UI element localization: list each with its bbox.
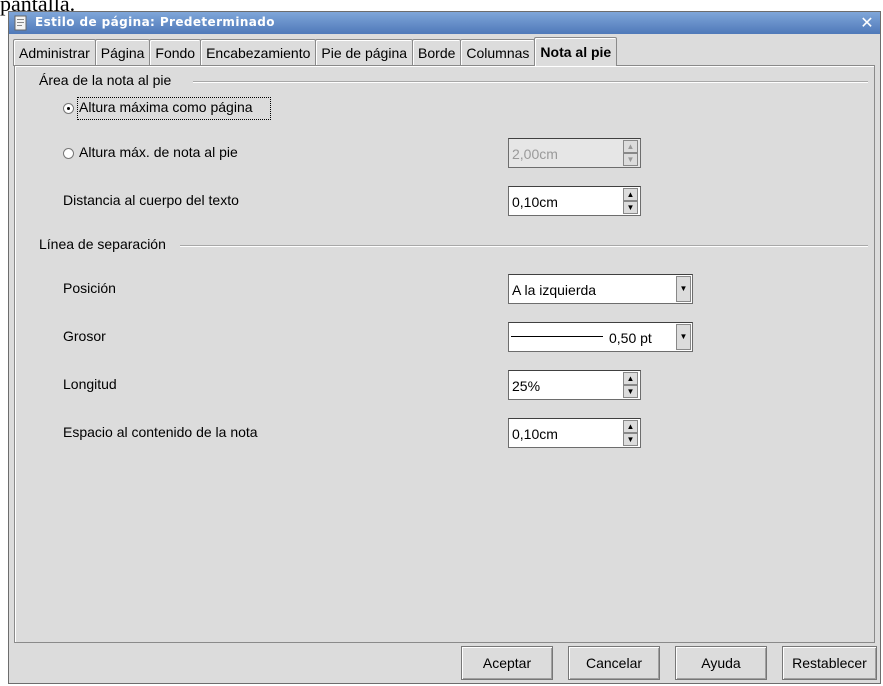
spin-up-icon[interactable]: ▲ bbox=[623, 140, 638, 153]
footnote-height-value: 2,00cm bbox=[512, 146, 558, 162]
line-weight-sample bbox=[511, 336, 603, 337]
distance-label: Distancia al cuerpo del texto bbox=[63, 192, 239, 208]
spin-up-icon[interactable]: ▲ bbox=[623, 420, 638, 433]
section-heading-area: Área de la nota al pie bbox=[39, 72, 172, 88]
window-title: Estilo de página: Predeterminado bbox=[35, 15, 275, 29]
spacing-label: Espacio al contenido de la nota bbox=[63, 424, 258, 440]
spin-up-icon[interactable]: ▲ bbox=[623, 188, 638, 201]
tab-pie-de-pagina[interactable]: Pie de página bbox=[315, 39, 414, 66]
length-value: 25% bbox=[512, 378, 541, 394]
tab-panel: Área de la nota al pie Altura máxima com… bbox=[14, 65, 875, 643]
section-heading-separator: Línea de separación bbox=[39, 236, 166, 252]
spin-down-icon[interactable]: ▼ bbox=[623, 201, 638, 214]
chevron-down-icon[interactable]: ▼ bbox=[676, 324, 691, 350]
tab-administrar[interactable]: Administrar bbox=[13, 39, 96, 66]
distance-value: 0,10cm bbox=[512, 194, 558, 210]
spin-down-icon[interactable]: ▼ bbox=[623, 385, 638, 398]
weight-select[interactable]: 0,50 pt ▼ bbox=[508, 322, 693, 352]
length-label: Longitud bbox=[63, 376, 117, 392]
cancel-button[interactable]: Cancelar bbox=[568, 646, 660, 680]
spin-up-icon[interactable]: ▲ bbox=[623, 372, 638, 385]
section-divider bbox=[193, 81, 868, 83]
spacing-spinbox[interactable]: 0,10cm ▲ ▼ bbox=[508, 418, 641, 448]
distance-spinbox[interactable]: 0,10cm ▲ ▼ bbox=[508, 186, 641, 216]
tab-fondo[interactable]: Fondo bbox=[149, 39, 202, 66]
footnote-height-spinbox[interactable]: 2,00cm ▲ ▼ bbox=[508, 138, 641, 168]
spin-down-icon[interactable]: ▼ bbox=[623, 433, 638, 446]
radio-max-footnote-height[interactable] bbox=[63, 148, 74, 159]
tab-bar: Administrar Página Fondo Encabezamiento … bbox=[13, 37, 618, 66]
reset-button[interactable]: Restablecer bbox=[782, 646, 877, 680]
position-select[interactable]: A la izquierda ▼ bbox=[508, 274, 693, 304]
weight-value: 0,50 pt bbox=[609, 330, 652, 346]
tab-borde[interactable]: Borde bbox=[412, 39, 462, 66]
tab-encabezamiento[interactable]: Encabezamiento bbox=[200, 39, 317, 66]
tab-pagina[interactable]: Página bbox=[94, 39, 151, 66]
radio-max-page-height[interactable] bbox=[63, 103, 74, 114]
spin-down-icon[interactable]: ▼ bbox=[623, 153, 638, 166]
radio-label-max-footnote-height[interactable]: Altura máx. de nota al pie bbox=[79, 144, 238, 160]
help-button[interactable]: Ayuda bbox=[675, 646, 767, 680]
position-value: A la izquierda bbox=[512, 282, 597, 298]
app-icon bbox=[14, 15, 27, 31]
weight-label: Grosor bbox=[63, 328, 106, 344]
section-divider bbox=[180, 245, 868, 247]
tab-nota-al-pie[interactable]: Nota al pie bbox=[534, 37, 618, 66]
chevron-down-icon[interactable]: ▼ bbox=[676, 276, 691, 302]
length-spinbox[interactable]: 25% ▲ ▼ bbox=[508, 370, 641, 400]
page-style-dialog: Estilo de página: Predeterminado ✕ Admin… bbox=[8, 11, 881, 684]
title-bar[interactable]: Estilo de página: Predeterminado ✕ bbox=[9, 12, 880, 34]
close-icon[interactable]: ✕ bbox=[858, 14, 876, 32]
ok-button[interactable]: Aceptar bbox=[461, 646, 553, 680]
spacing-value: 0,10cm bbox=[512, 426, 558, 442]
position-label: Posición bbox=[63, 280, 116, 296]
radio-label-max-page-height[interactable]: Altura máxima como página bbox=[79, 99, 253, 115]
tab-columnas[interactable]: Columnas bbox=[460, 39, 536, 66]
